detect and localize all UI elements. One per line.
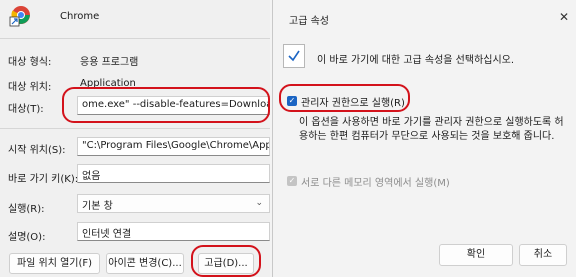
advanced-properties-dialog: 고급 속성 ✕ 이 바로 가기에 대한 고급 속성을 선택하십시오. ✓ 관리자… [272,0,576,277]
comment-label: 설명(O): [8,232,46,243]
separate-memory-checkbox: ✓ [287,176,297,186]
shortcut-key-label: 바로 가기 키(K): [8,174,79,185]
divider [0,128,270,129]
dialog-title: 고급 속성 [289,16,329,27]
properties-window: Chrome 대상 형식: 응용 프로그램 대상 위치: Application… [0,0,270,277]
change-icon-button[interactable]: 아이콘 변경(C)... [106,253,184,274]
shortcut-check-icon [283,44,305,68]
comment-field[interactable]: 인터넷 연결 [77,222,270,241]
target-location-label: 대상 위치: [8,82,52,93]
run-select[interactable]: 기본 창 ⌄ [77,194,270,213]
admin-explanation: 이 옵션을 사용하면 바로 가기를 관리자 권한으로 실행하도록 허용하는 한편… [299,117,564,142]
divider [0,38,270,39]
chevron-down-icon: ⌄ [255,198,263,208]
start-in-field[interactable]: "C:\Program Files\Google\Chrome\Applicat… [77,137,270,156]
chrome-icon [9,6,30,27]
open-file-location-button[interactable]: 파일 위치 열기(F) [9,253,100,274]
advanced-highlight [191,245,261,277]
separate-memory-label: 서로 다른 메모리 영역에서 실행(M) [301,178,450,189]
app-name: Chrome [60,11,100,22]
target-label: 대상(T): [8,104,44,115]
close-icon[interactable]: ✕ [559,10,569,24]
shortcut-key-field[interactable]: 없음 [77,164,270,183]
target-type-label: 대상 형식: [8,57,52,68]
dialog-description: 이 바로 가기에 대한 고급 속성을 선택하십시오. [317,55,515,66]
target-highlight [62,87,270,123]
run-label: 실행(R): [8,204,45,215]
run-select-value: 기본 창 [82,201,113,212]
run-as-admin-highlight [279,84,410,112]
start-in-label: 시작 위치(S): [8,145,66,156]
cancel-button[interactable]: 취소 [519,244,567,266]
ok-button[interactable]: 확인 [439,244,513,266]
target-type-value: 응용 프로그램 [80,57,139,68]
